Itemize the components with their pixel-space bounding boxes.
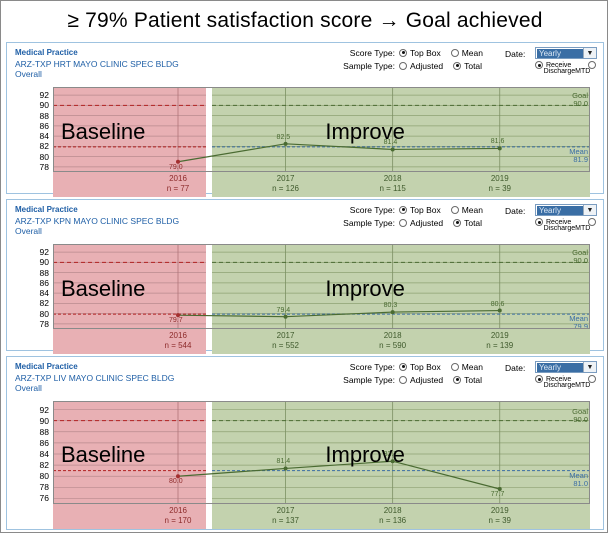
x-axis-n: n = 115 bbox=[379, 183, 406, 193]
baseline-annotation: Baseline bbox=[61, 275, 146, 301]
data-point-label: 79.4 bbox=[276, 306, 291, 314]
page-title: ≥ 79% Patient satisfaction score → Goal … bbox=[67, 8, 543, 32]
y-axis-tick: 78 bbox=[39, 161, 49, 172]
x-axis-tick: 2017 n = 126 bbox=[260, 174, 312, 193]
x-axis-year: 2017 bbox=[276, 331, 295, 340]
x-axis-tick: 2017 n = 137 bbox=[260, 506, 312, 525]
y-axis-tick: 90 bbox=[39, 257, 49, 268]
y-axis-tick: 88 bbox=[39, 267, 49, 278]
y-axis-tick: 82 bbox=[39, 141, 49, 152]
x-axis-tick: 2016 n = 544 bbox=[152, 331, 204, 350]
y-axis-tick: 86 bbox=[39, 277, 49, 288]
x-axis-tick: 2019 n = 39 bbox=[474, 506, 526, 525]
goal-legend-label: Goal 90.0 bbox=[546, 407, 588, 424]
mean-value: 81.9 bbox=[573, 154, 588, 164]
improve-annotation: Improve bbox=[325, 275, 405, 301]
y-axis-tick: 76 bbox=[39, 493, 49, 504]
data-point-label: 80.3 bbox=[383, 302, 398, 310]
x-axis-year: 2018 bbox=[383, 331, 402, 340]
mean-legend-label: Mean 79.9 bbox=[546, 315, 588, 331]
x-axis-tick: 2017 n = 552 bbox=[260, 331, 312, 350]
x-axis-n: n = 126 bbox=[272, 183, 299, 193]
x-axis-tick: 2018 n = 590 bbox=[367, 331, 419, 350]
y-axis-tick: 86 bbox=[39, 437, 49, 448]
x-axis-year: 2016 bbox=[169, 331, 187, 340]
y-axis-tick: 92 bbox=[39, 90, 49, 101]
mean-legend-label: Mean 81.9 bbox=[546, 147, 588, 164]
goal-legend-label: Goal 90.0 bbox=[546, 92, 588, 108]
x-axis-year: 2019 bbox=[490, 331, 509, 340]
y-axis-tick: 84 bbox=[39, 288, 49, 299]
goal-value: 90.0 bbox=[573, 414, 588, 424]
data-point-label: 80.0 bbox=[169, 478, 183, 486]
x-axis-year: 2016 bbox=[169, 506, 187, 515]
x-axis-n: n = 139 bbox=[486, 340, 514, 350]
improve-annotation: Improve bbox=[325, 118, 405, 144]
y-axis-tick: 92 bbox=[39, 247, 49, 258]
x-axis-tick: 2016 n = 170 bbox=[152, 506, 204, 525]
goal-legend-label: Goal 90.0 bbox=[546, 249, 588, 265]
data-point-label: 80.6 bbox=[490, 300, 505, 308]
baseline-annotation: Baseline bbox=[61, 442, 146, 467]
data-point-label: 79.7 bbox=[169, 317, 183, 325]
goal-value: 90.0 bbox=[573, 99, 588, 109]
improve-annotation: Improve bbox=[325, 442, 405, 467]
y-axis-tick: 90 bbox=[39, 415, 49, 426]
data-point-label: 81.4 bbox=[276, 458, 291, 466]
y-axis-tick: 80 bbox=[39, 471, 49, 482]
report-panel-3: Medical Practice ARZ-TXP LIV MAYO CLINIC… bbox=[6, 356, 604, 530]
baseline-annotation: Baseline bbox=[61, 118, 146, 144]
y-axis-tick: 78 bbox=[39, 318, 49, 329]
y-axis-tick: 82 bbox=[39, 298, 49, 309]
y-axis-tick: 84 bbox=[39, 449, 49, 459]
x-axis-tick: 2018 n = 136 bbox=[367, 506, 419, 525]
trend-chart-1: 92 90 88 86 84 82 80 78 79.0 82.5 81.4 81.6 2016 n = … bbox=[7, 43, 603, 197]
data-point-label: 82.5 bbox=[276, 133, 291, 141]
data-point-label: 81.6 bbox=[490, 138, 505, 146]
y-axis-tick: 88 bbox=[39, 426, 49, 437]
mean-value: 79.9 bbox=[573, 322, 588, 332]
trend-chart-3: 92 90 88 86 84 82 80 78 76 80.0 81.4 82.7 77.7 2016 n … bbox=[7, 357, 603, 529]
goal-value: 90.0 bbox=[573, 256, 588, 266]
trend-chart-2: 92 90 88 86 84 82 80 78 79.7 79.4 80.3 80.6 2016 n = … bbox=[7, 200, 603, 354]
data-point-label: 79.0 bbox=[169, 163, 183, 171]
y-axis-tick: 92 bbox=[39, 404, 49, 415]
x-axis-n: n = 136 bbox=[379, 515, 407, 525]
x-axis-tick: 2018 n = 115 bbox=[367, 174, 419, 193]
x-axis-n: n = 39 bbox=[488, 183, 511, 193]
x-axis-year: 2017 bbox=[276, 174, 295, 183]
y-axis-tick: 88 bbox=[39, 110, 49, 121]
report-panel-1: Medical Practice ARZ-TXP HRT MAYO CLINIC… bbox=[6, 42, 604, 197]
x-axis-n: n = 552 bbox=[272, 340, 299, 350]
x-axis-n: n = 77 bbox=[166, 183, 190, 193]
x-axis-year: 2017 bbox=[276, 506, 295, 515]
mean-value: 81.0 bbox=[573, 478, 588, 488]
y-axis-tick: 78 bbox=[39, 482, 49, 493]
y-axis-tick: 80 bbox=[39, 308, 49, 319]
x-axis-n: n = 590 bbox=[379, 340, 407, 350]
report-panel-2: Medical Practice ARZ-TXP KPN MAYO CLINIC… bbox=[6, 199, 604, 354]
x-axis-year: 2016 bbox=[169, 174, 187, 183]
y-axis-tick: 84 bbox=[39, 131, 49, 142]
x-axis-year: 2019 bbox=[490, 174, 509, 183]
x-axis-n: n = 544 bbox=[164, 340, 192, 350]
y-axis-tick: 86 bbox=[39, 120, 49, 131]
x-axis-n: n = 39 bbox=[488, 515, 511, 525]
y-axis-tick: 82 bbox=[39, 460, 49, 471]
x-axis-tick: 2019 n = 39 bbox=[474, 174, 526, 193]
x-axis-year: 2018 bbox=[383, 174, 402, 183]
y-axis-tick: 90 bbox=[39, 100, 49, 111]
mean-legend-label: Mean 81.0 bbox=[546, 471, 588, 488]
x-axis-n: n = 170 bbox=[164, 515, 192, 525]
x-axis-year: 2019 bbox=[490, 506, 509, 515]
data-point-label: 77.7 bbox=[490, 491, 505, 498]
x-axis-tick: 2019 n = 139 bbox=[474, 331, 526, 350]
x-axis-year: 2018 bbox=[383, 506, 402, 515]
app-window: ≥ 79% Patient satisfaction score → Goal … bbox=[0, 0, 608, 533]
x-axis-tick: 2016 n = 77 bbox=[152, 174, 204, 193]
y-axis-tick: 80 bbox=[39, 151, 49, 162]
x-axis-n: n = 137 bbox=[272, 515, 299, 525]
